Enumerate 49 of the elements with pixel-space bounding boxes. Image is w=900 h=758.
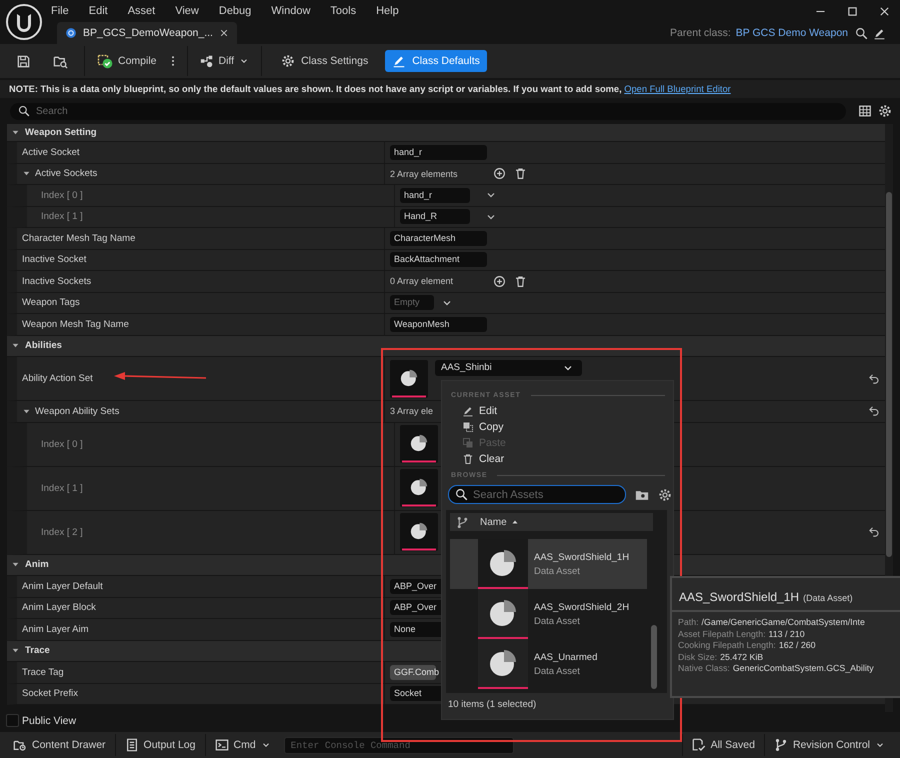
tooltip-subtitle: (Data Asset): [803, 593, 853, 603]
property-label: Index [ 0 ]: [41, 190, 83, 201]
category-label: Abilities: [25, 340, 62, 352]
detail-value: /Game/GenericGame/CombatSystem/Inte: [702, 617, 865, 627]
category-label: Trace: [25, 645, 50, 656]
property-label: Anim Layer Block: [22, 602, 96, 614]
property-label: Active Socket: [22, 146, 80, 158]
property-label: Ability Action Set: [22, 373, 93, 384]
note-text: NOTE: This is a data only blueprint, so only the default values are shown. It does not have any script or variables. If you want to add some, Open Full Blueprint Editor: [9, 84, 731, 94]
detail-value: 113 / 210: [768, 628, 805, 638]
property-label: Weapon Ability Sets: [35, 406, 120, 417]
property-label: Index [ 0 ]: [41, 438, 83, 450]
detail-value: GenericCombatSystem.GCS_Ability: [732, 663, 874, 673]
item-count: 10 items (1 selected): [448, 699, 538, 710]
asset-type: Data Asset: [534, 566, 581, 576]
property-label: Character Mesh Tag Name: [22, 232, 136, 244]
detail-value: 162 / 260: [778, 640, 816, 650]
property-label: Index [ 1 ]: [41, 211, 83, 222]
asset-type: Data Asset: [534, 666, 581, 676]
property-label: Index [ 2 ]: [41, 526, 83, 538]
document-tab-title: BP_GCS_DemoWeapon_...: [83, 27, 213, 39]
property-label: Inactive Sockets: [22, 276, 92, 287]
asset-name: AAS_Unarmed: [534, 652, 598, 662]
parent-class-label: Parent class:: [670, 27, 731, 39]
public-view-label: Public View: [22, 714, 76, 726]
detail-label: Asset Filepath Length:: [678, 628, 766, 638]
property-label: Anim Layer Default: [22, 580, 103, 592]
category-label: Anim: [25, 559, 49, 570]
property-label: Inactive Socket: [22, 254, 86, 266]
detail-label: Path:: [678, 617, 699, 627]
property-label: Weapon Tags: [22, 297, 80, 308]
property-label: Socket Prefix: [22, 688, 78, 700]
detail-label: Cooking Filepath Length:: [678, 640, 776, 650]
array-count: 0 Array element: [390, 276, 454, 286]
property-label: Anim Layer Aim: [22, 624, 89, 635]
property-label: Active Sockets: [35, 168, 98, 180]
category-label: Weapon Setting: [25, 127, 97, 138]
property-label: Trace Tag: [22, 666, 64, 678]
property-label: Index [ 1 ]: [41, 482, 83, 494]
array-count: 3 Array ele: [390, 406, 434, 416]
detail-label: Disk Size:: [678, 652, 718, 662]
array-count: 2 Array elements: [390, 168, 459, 179]
tooltip-title: AAS_SwordShield_1H: [679, 590, 800, 604]
property-label: Weapon Mesh Tag Name: [22, 318, 129, 330]
asset-name: AAS_SwordShield_1H: [534, 552, 630, 562]
asset-type: Data Asset: [534, 616, 581, 626]
detail-label: Native Class:: [678, 663, 730, 673]
detail-value: 25.472 KiB: [720, 652, 764, 662]
asset-name: AAS_SwordShield_2H: [534, 602, 630, 612]
